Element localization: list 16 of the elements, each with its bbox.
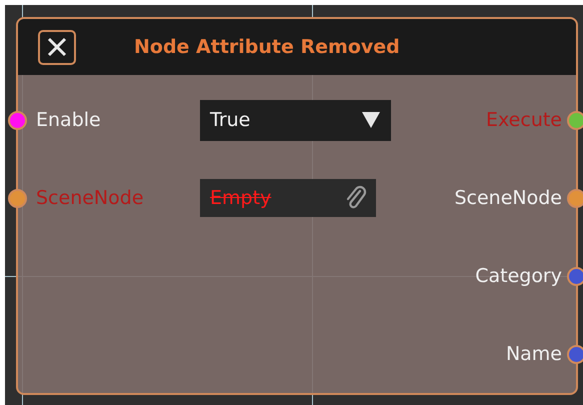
port-label: SceneNode	[454, 187, 562, 209]
dropdown[interactable]: True	[200, 100, 391, 140]
close-icon	[46, 36, 68, 58]
input-port[interactable]	[8, 110, 27, 130]
port-label: Name	[506, 343, 562, 365]
port-label: Execute	[486, 109, 562, 131]
port-label: Category	[475, 265, 562, 287]
port-label: Enable	[36, 109, 102, 131]
caret-icon	[361, 111, 381, 129]
paperclip-icon[interactable]	[344, 185, 368, 211]
object-field[interactable]: Empty	[200, 179, 376, 217]
field-value: Empty	[210, 187, 272, 209]
input-port[interactable]	[8, 188, 27, 208]
port-label: SceneNode	[36, 187, 145, 209]
node-title: Node Attribute Removed	[134, 36, 400, 58]
close-button[interactable]	[38, 30, 76, 64]
